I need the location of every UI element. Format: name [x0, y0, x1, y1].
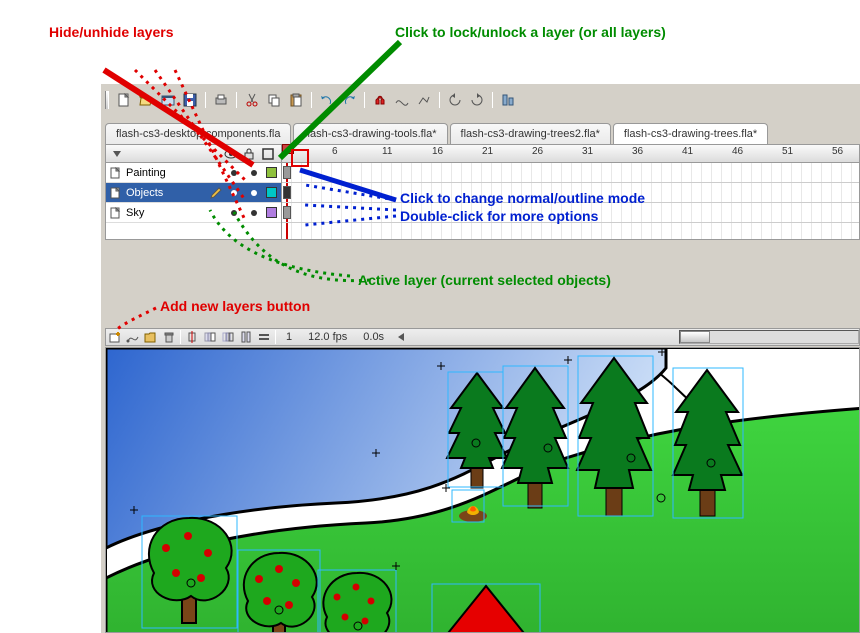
stage-canvas[interactable]	[105, 347, 860, 633]
annotation-active: Active layer (current selected objects)	[358, 272, 611, 288]
annotation-connectors	[0, 0, 860, 350]
annotation-outline-1: Click to change normal/outline mode	[400, 190, 645, 206]
annotation-add: Add new layers button	[160, 298, 310, 314]
annotation-outline-2: Double-click for more options	[400, 208, 598, 224]
annotation-lock: Click to lock/unlock a layer (or all lay…	[395, 24, 666, 40]
stage-artwork	[106, 348, 860, 633]
annotation-hide: Hide/unhide layers	[49, 24, 173, 40]
